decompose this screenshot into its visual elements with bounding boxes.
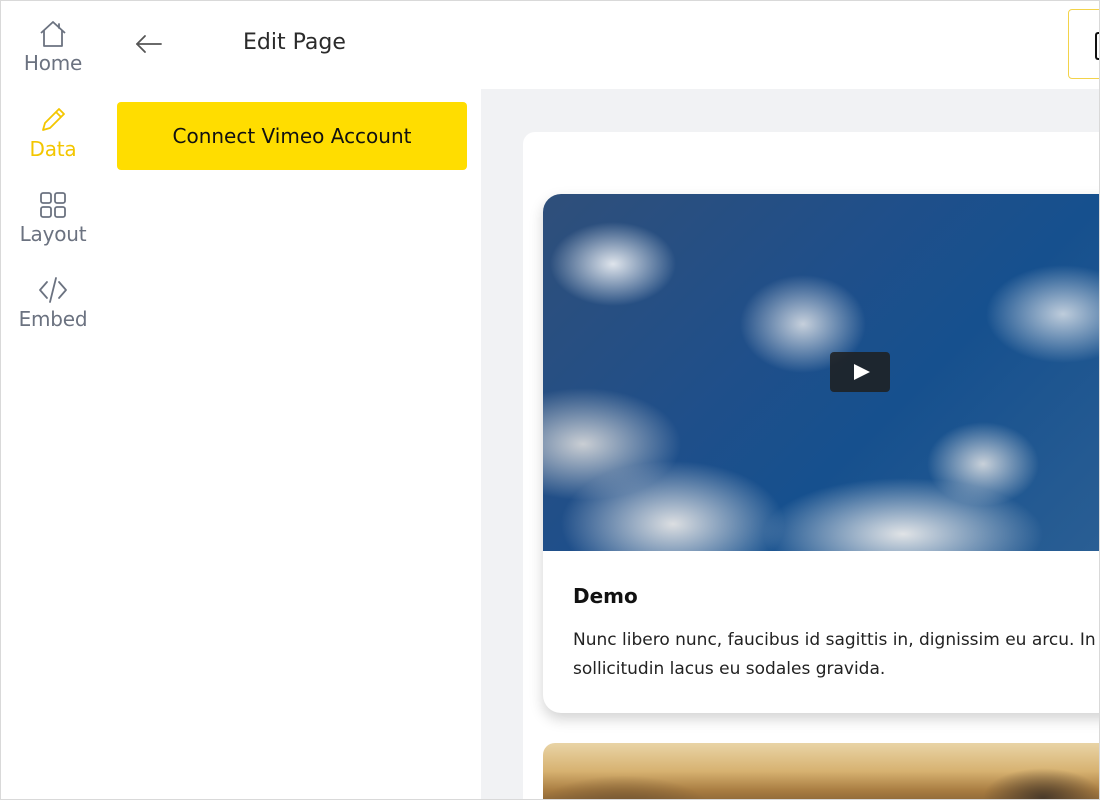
nav-label-data: Data — [29, 137, 77, 161]
nav-rail: Home Data Layout Embed — [1, 1, 105, 799]
app-window: Home Data Layout Embed Edit Page Connect… — [0, 0, 1100, 800]
video-card[interactable]: Demo Nunc libero nunc, faucibus id sagit… — [543, 194, 1099, 713]
video-card-2-thumbnail[interactable] — [543, 743, 1099, 799]
video-description: Nunc libero nunc, faucibus id sagittis i… — [573, 626, 1099, 684]
nav-item-data[interactable]: Data — [1, 105, 105, 161]
header-action-button[interactable] — [1068, 9, 1099, 79]
nav-label-embed: Embed — [18, 307, 88, 331]
nav-item-layout[interactable]: Layout — [1, 190, 105, 246]
video-description-line-1: Nunc libero nunc, faucibus id sagittis i… — [573, 630, 1096, 650]
grid-icon — [40, 192, 66, 218]
video-description-line-2: sollicitudin lacus eu sodales gravida. — [573, 659, 886, 679]
nav-label-layout: Layout — [19, 222, 87, 246]
play-button[interactable] — [830, 352, 890, 392]
connect-vimeo-button[interactable]: Connect Vimeo Account — [117, 102, 467, 170]
pencil-icon — [42, 108, 65, 131]
video-thumbnail[interactable] — [543, 194, 1099, 551]
arrow-left-icon — [136, 35, 162, 53]
back-button[interactable] — [131, 29, 167, 59]
nav-item-embed[interactable]: Embed — [1, 275, 105, 331]
code-icon — [39, 277, 67, 303]
home-icon — [40, 21, 66, 47]
device-icon — [1095, 32, 1099, 60]
nav-label-home: Home — [23, 51, 83, 75]
page-title: Edit Page — [243, 30, 346, 55]
video-title: Demo — [573, 584, 638, 608]
nav-item-home[interactable]: Home — [1, 19, 105, 75]
